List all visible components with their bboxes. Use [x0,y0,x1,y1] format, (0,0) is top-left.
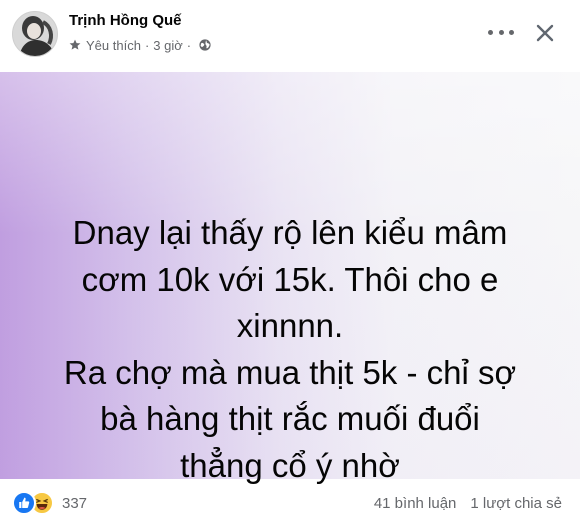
globe-icon[interactable] [199,39,211,51]
post-time[interactable]: 3 giờ [153,38,183,53]
post-text-line: bà hàng thịt rắc muối đuổi [100,400,480,437]
post-meta: Yêu thích · 3 giờ · [69,37,211,53]
meta-separator: · [186,37,192,53]
more-options-icon [488,29,493,35]
author-name[interactable]: Trịnh Hồng Quế [69,12,182,29]
meta-separator: · [144,37,150,53]
reactions-summary[interactable]: 337 [12,491,88,515]
post-text-line: Ra chợ mà mua thịt 5k - chỉ sợ [63,353,517,391]
star-icon [69,39,81,50]
post-header: Trịnh Hồng Quế Yêu thích · 3 giờ · [0,0,580,72]
close-icon[interactable] [534,22,556,44]
post-text-line: xinnnn. [236,307,344,344]
shares-link[interactable]: 1 lượt chia sẻ [470,495,562,512]
avatar-photo-icon [13,12,57,56]
post-footer: 337 41 bình luận 1 lượt chia sẻ [0,479,580,526]
privacy-label[interactable]: Yêu thích [86,38,141,53]
post-text-line: cơm 10k với 15k. Thôi cho e [81,260,499,298]
author-avatar[interactable] [12,11,58,57]
post-stats: 41 bình luận 1 lượt chia sẻ [374,495,562,512]
comments-link[interactable]: 41 bình luận [374,495,457,512]
post-text-line: Dnay lại thấy rộ lên kiểu mâm [72,214,508,251]
post-background-card: Dnay lại thấy rộ lên kiểu mâm cơm 10k vớ… [0,72,580,484]
more-options-icon [509,29,514,35]
reaction-count: 337 [62,494,88,512]
more-options-button[interactable] [488,22,514,42]
facebook-post: Trịnh Hồng Quế Yêu thích · 3 giờ · Dnay … [0,0,580,526]
like-reaction-icon [12,491,36,515]
more-options-icon [498,29,504,35]
post-text: Dnay lại thấy rộ lên kiểu mâm cơm 10k vớ… [20,210,560,489]
